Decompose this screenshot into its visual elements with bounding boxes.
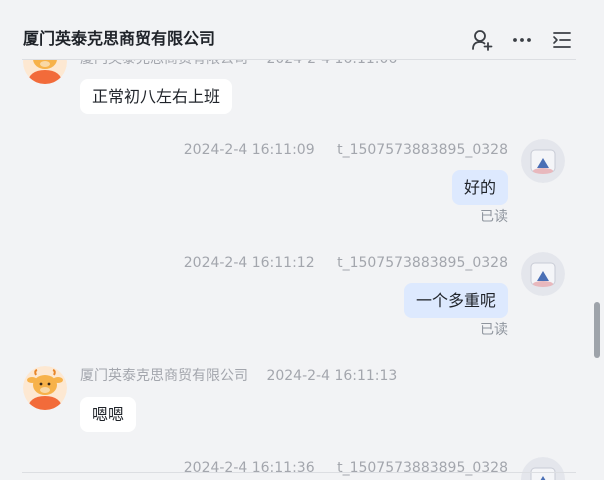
more-icon[interactable] <box>510 28 534 52</box>
sender-name: t_1507573883895_0328 <box>337 255 508 271</box>
message-meta: 2024-2-4 16:11:36 t_1507573883895_0328 <box>184 459 508 477</box>
message-meta: 2024-2-4 16:11:09 t_1507573883895_0328 <box>184 141 508 159</box>
message-list: 厦门英泰克思商贸有限公司 2024-2-4 16:11:06 正常初八左右上班 … <box>0 40 590 480</box>
chat-title: 厦门英泰克思商贸有限公司 <box>23 29 216 48</box>
header-actions <box>470 28 574 52</box>
message-time: 2024-2-4 16:11:36 <box>183 460 315 476</box>
chat-header: 厦门英泰克思商贸有限公司 <box>0 0 604 60</box>
avatar[interactable] <box>23 366 67 410</box>
read-status: 已读 <box>480 209 508 225</box>
sender-name: 厦门英泰克思商贸有限公司 <box>80 368 248 384</box>
message-meta: 厦门英泰克思商贸有限公司 2024-2-4 16:11:13 <box>80 367 397 385</box>
message-time: 2024-2-4 16:11:09 <box>183 142 315 158</box>
sender-name: t_1507573883895_0328 <box>337 460 508 476</box>
sender-name: t_1507573883895_0328 <box>337 142 508 158</box>
message-meta: 2024-2-4 16:11:12 t_1507573883895_0328 <box>184 254 508 272</box>
cow-avatar-icon <box>23 366 67 410</box>
scrollbar[interactable] <box>594 302 600 358</box>
message-bubble[interactable]: 一个多重呢 <box>403 283 508 318</box>
message-bubble[interactable]: 正常初八左右上班 <box>80 79 233 114</box>
read-status: 已读 <box>480 322 508 338</box>
product-avatar-icon <box>521 457 565 480</box>
input-divider <box>22 472 576 473</box>
message-bubble[interactable]: 好的 <box>451 170 508 205</box>
avatar[interactable] <box>521 457 565 480</box>
avatar[interactable] <box>521 139 565 183</box>
product-avatar-icon <box>521 252 565 296</box>
message-time: 2024-2-4 16:11:12 <box>183 255 315 271</box>
avatar[interactable] <box>521 252 565 296</box>
message-time: 2024-2-4 16:11:13 <box>266 368 398 384</box>
add-contact-icon[interactable] <box>470 28 494 52</box>
product-avatar-icon <box>521 139 565 183</box>
menu-icon[interactable] <box>550 28 574 52</box>
chat-window: 厦门英泰克思商贸有限公司 2024-2-4 16:11:06 正常初八左右上班 … <box>0 0 604 480</box>
header-divider <box>22 59 576 60</box>
message-bubble[interactable]: 嗯嗯 <box>80 397 137 432</box>
